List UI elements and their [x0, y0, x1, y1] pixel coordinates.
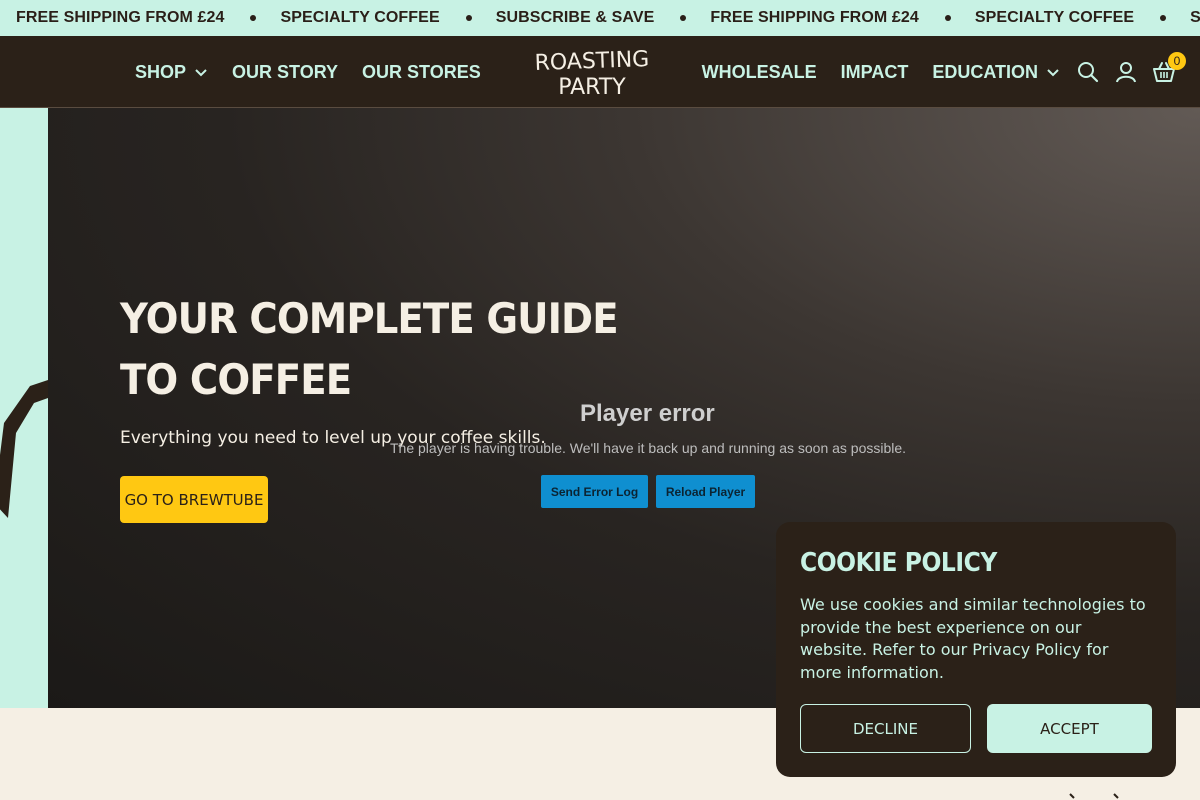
send-error-log-button[interactable]: Send Error Log — [541, 475, 648, 508]
nav-our-story[interactable]: OUR STORY — [232, 62, 338, 83]
carousel-arrows — [1069, 793, 1119, 799]
hero-title: YOUR COMPLETE GUIDE TO COFFEE — [120, 294, 619, 404]
nav-wholesale[interactable]: WHOLESALE — [702, 62, 817, 83]
player-error-title: Player error — [580, 400, 715, 427]
arrow-left-icon[interactable] — [1069, 793, 1075, 799]
announcement-item: SUBSCRIBE & SAVE — [495, 9, 655, 26]
decline-cookies-button[interactable]: DECLINE — [800, 704, 971, 753]
site-header: SHOP OUR STORY OUR STORES ROASTING PARTY… — [0, 36, 1200, 108]
search-icon — [1078, 62, 1099, 83]
header-icons: 0 — [1076, 36, 1186, 108]
announcement-item: FREE SHIPPING FROM £24 — [710, 9, 919, 26]
bullet-icon — [1160, 15, 1167, 21]
player-error-message: The player is having trouble. We'll have… — [390, 440, 907, 456]
bullet-icon — [250, 15, 257, 21]
chevron-down-icon — [195, 69, 207, 77]
bullet-icon — [465, 15, 472, 21]
go-to-brewtube-button[interactable]: GO TO BREWTUBE — [120, 476, 268, 523]
logo-line-1: ROASTING — [536, 47, 648, 76]
nav-education[interactable]: EDUCATION — [932, 62, 1060, 83]
cookie-description: We use cookies and similar technologies … — [800, 595, 1146, 682]
cart-button[interactable]: 0 — [1152, 52, 1186, 84]
primary-nav-left: SHOP OUR STORY OUR STORES — [135, 36, 481, 108]
nav-shop[interactable]: SHOP — [135, 62, 208, 83]
user-icon — [1116, 62, 1136, 83]
branch-illustration — [0, 380, 48, 518]
logo-line-2: PARTY — [558, 75, 626, 100]
bullet-icon — [680, 15, 687, 21]
announcement-item: SPECIALTY COFFEE — [974, 9, 1135, 26]
nav-our-stores[interactable]: OUR STORES — [362, 62, 481, 83]
chevron-down-icon — [1047, 69, 1059, 77]
account-button[interactable] — [1114, 60, 1138, 84]
roasting-party-logo[interactable]: ROASTING PARTY — [536, 44, 648, 100]
accept-cookies-button[interactable]: ACCEPT — [987, 704, 1152, 753]
nav-education-label: EDUCATION — [932, 61, 1038, 82]
cookie-policy-dialog: COOKIE POLICY We use cookies and similar… — [776, 522, 1176, 777]
cart-count-badge: 0 — [1168, 52, 1186, 70]
primary-nav-right: WHOLESALE IMPACT EDUCATION — [702, 36, 1060, 108]
cookie-title: COOKIE POLICY — [800, 548, 997, 578]
search-button[interactable] — [1076, 60, 1100, 84]
announcement-item: SPECIALTY COFFEE — [280, 9, 440, 26]
arrow-right-icon[interactable] — [1113, 793, 1119, 799]
announcement-item: SUBSCRIBE & SAVE — [1190, 9, 1200, 26]
reload-player-button[interactable]: Reload Player — [656, 475, 755, 508]
nav-impact[interactable]: IMPACT — [841, 62, 909, 83]
bullet-icon — [944, 15, 951, 21]
announcement-bar: FREE SHIPPING FROM £24 SPECIALTY COFFEE … — [0, 0, 1200, 36]
announcement-item: FREE SHIPPING FROM £24 — [16, 9, 225, 26]
hero-side-panel — [0, 108, 48, 708]
nav-shop-label: SHOP — [135, 61, 187, 82]
announcement-track: FREE SHIPPING FROM £24 SPECIALTY COFFEE … — [16, 0, 1200, 36]
